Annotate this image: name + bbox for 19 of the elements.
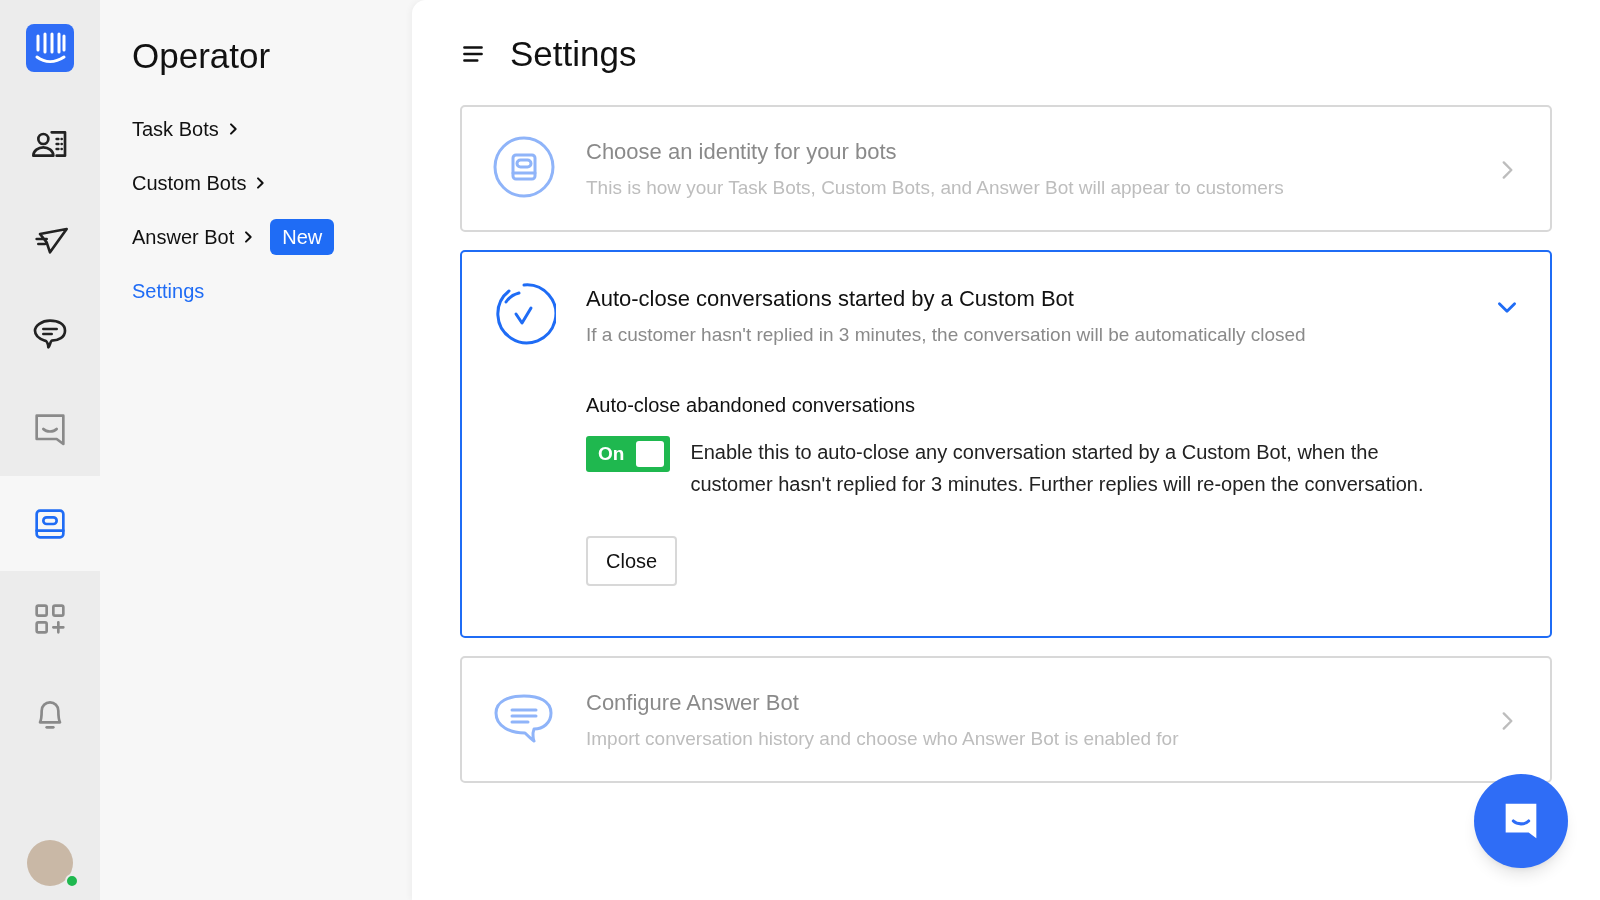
settings-card[interactable] bbox=[460, 250, 1552, 638]
sidebar-link[interactable]: Answer Bot bbox=[132, 221, 257, 252]
card-title: Configure Answer Bot bbox=[586, 688, 800, 717]
card-title: Choose an identity for your bots bbox=[586, 137, 898, 166]
sidebar-link[interactable]: Task Bots bbox=[132, 113, 241, 144]
setting-label: Auto-close abandoned conversations bbox=[586, 392, 917, 418]
sidebar-link[interactable]: Custom Bots bbox=[132, 167, 269, 198]
new-badge: New bbox=[270, 218, 335, 255]
bot-icon bbox=[492, 134, 556, 199]
page-title: Settings bbox=[510, 33, 637, 75]
card-title: Auto-close conversations started by a Custom Bot bbox=[586, 285, 1075, 313]
logo-icon[interactable] bbox=[26, 24, 74, 72]
close-button[interactable]: Close bbox=[586, 535, 678, 586]
sidebar-title: Operator bbox=[132, 35, 272, 77]
card-subtitle: This is how your Task Bots, Custom Bots, and Answer Bot will appear to customers bbox=[586, 175, 1285, 200]
card-subtitle: If a customer hasn't replied in 3 minutes, the conversation will be automatically closed bbox=[586, 323, 1307, 347]
sidebar-link[interactable]: Settings bbox=[132, 275, 205, 306]
setting-description: Enable this to auto-close any conversation started by a Custom Bot, when the customer hasn't replied for 3 minutes. Further replies will re-open the conversation. bbox=[690, 439, 1425, 497]
card-subtitle: Import conversation history and choose who Answer Bot is enabled for bbox=[586, 726, 1180, 751]
